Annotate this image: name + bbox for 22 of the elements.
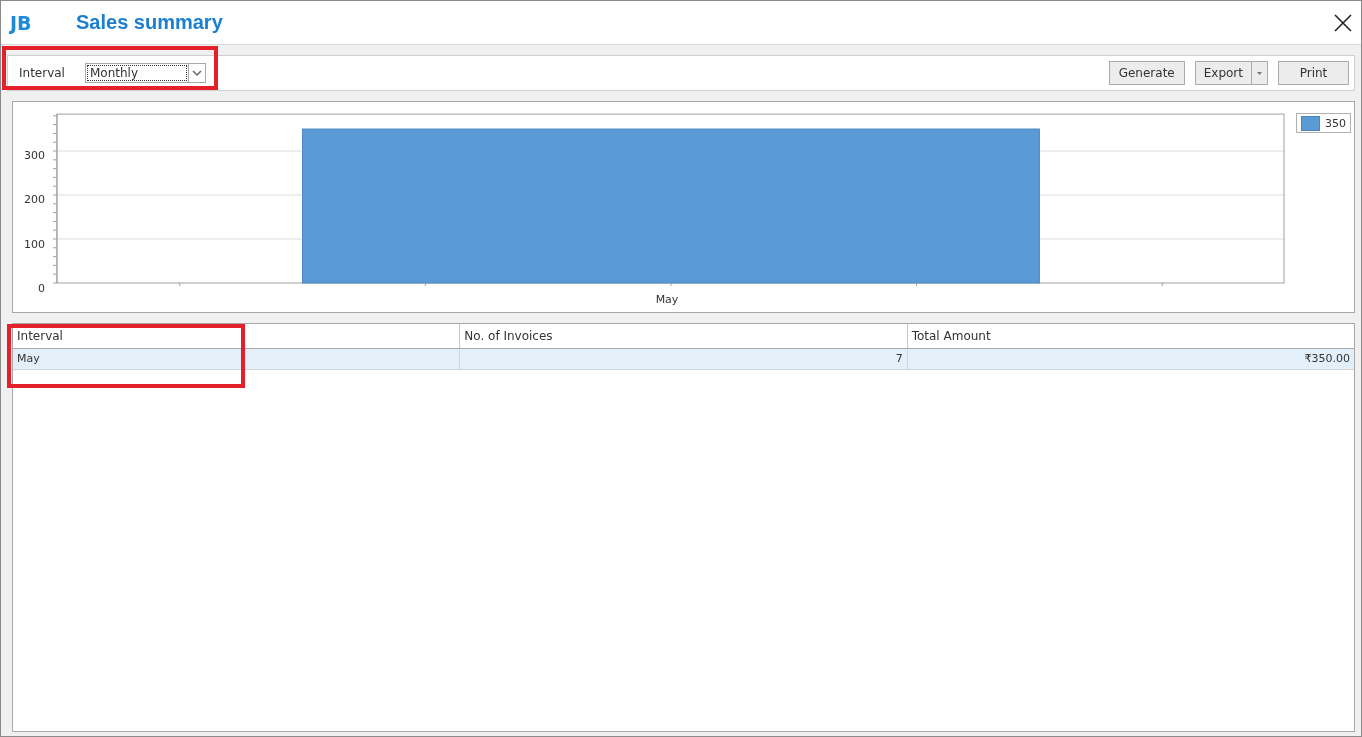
axis-category-label: May — [654, 293, 680, 306]
table-cell: 7 — [460, 349, 908, 369]
split-button[interactable]: Export — [1194, 61, 1268, 85]
table-row[interactable]: May 7 ₹350.00 — [13, 349, 1354, 370]
chevron-down-icon — [188, 63, 205, 83]
app-logo: JB — [10, 11, 33, 34]
legend-label: 350 — [1325, 116, 1346, 130]
axis-tick-label: 100 — [24, 237, 45, 251]
axis-tick-label: 300 — [24, 148, 45, 162]
column-header[interactable]: Interval — [13, 324, 461, 348]
close-icon[interactable] — [1334, 13, 1352, 32]
window-title: Sales summary — [76, 11, 223, 34]
interval-dropdown[interactable]: Monthly — [85, 63, 206, 83]
table-cell-text: ₹350.00 — [1303, 351, 1351, 367]
column-header[interactable]: Total Amount — [907, 324, 1354, 348]
column-header[interactable]: No. of Invoices — [460, 324, 908, 348]
toolbar-button[interactable]: Generate — [1108, 61, 1185, 85]
toolbar-button[interactable]: Print — [1278, 61, 1349, 85]
interval-label: Interval — [19, 66, 66, 80]
axis-tick-label: 0 — [38, 281, 45, 295]
axis-tick-label: 200 — [24, 192, 45, 206]
table-cell: May — [13, 349, 461, 369]
